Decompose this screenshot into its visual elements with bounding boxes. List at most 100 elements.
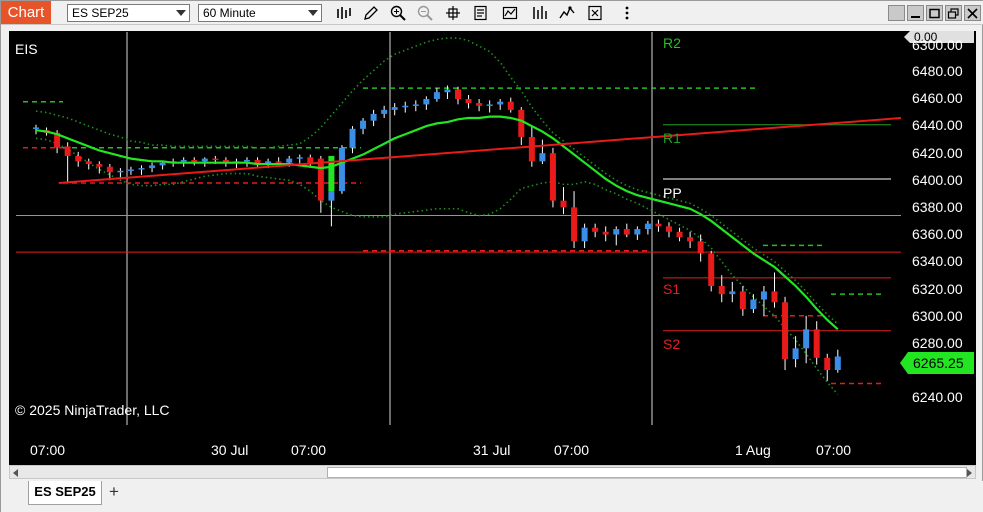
candle-body <box>528 136 535 162</box>
tab-es-sep25[interactable]: ES SEP25 <box>28 481 102 505</box>
candle-body <box>739 291 746 310</box>
candle-body <box>201 158 208 162</box>
candle-body <box>75 155 82 162</box>
candle-body <box>623 229 630 235</box>
candle-body <box>106 166 113 173</box>
scroll-left-icon[interactable] <box>13 469 18 477</box>
candle-body <box>296 157 303 159</box>
price-tick: 6380.00 <box>912 199 963 215</box>
candle-body <box>85 161 92 165</box>
candle <box>412 100 419 112</box>
candle-body <box>708 253 715 286</box>
candle <box>423 96 430 110</box>
candle <box>581 223 588 249</box>
candle-body <box>771 291 778 303</box>
plus-icon: + <box>109 482 119 501</box>
candle-body <box>180 159 187 162</box>
candle <box>149 162 156 173</box>
chart-instrument-label: EIS <box>15 41 38 57</box>
candle <box>760 285 767 316</box>
candle-body <box>476 103 483 106</box>
candle <box>381 105 388 118</box>
candle <box>191 157 198 166</box>
price-tick: 6360.00 <box>912 226 963 242</box>
candle <box>834 349 841 373</box>
candle-body <box>212 158 219 161</box>
candle <box>127 166 134 175</box>
candle-body <box>423 99 430 105</box>
candle <box>792 336 799 368</box>
candle <box>782 296 789 370</box>
candle <box>106 164 113 181</box>
candle-body <box>96 164 103 167</box>
candle-body <box>824 357 831 370</box>
candle <box>708 250 715 292</box>
scrollbar-thumb[interactable] <box>327 467 967 478</box>
candle <box>317 155 324 213</box>
candle <box>813 321 820 365</box>
candle-body <box>444 89 451 93</box>
candle-body <box>782 302 789 360</box>
candle <box>486 100 493 113</box>
candle <box>254 157 261 167</box>
candle <box>571 191 578 249</box>
candle-body <box>539 153 546 162</box>
candle-body <box>286 158 293 163</box>
time-tick: 31 Jul <box>473 442 511 458</box>
candle <box>666 222 672 238</box>
candle-body <box>655 223 662 227</box>
candle-body <box>613 229 620 235</box>
candle-body <box>244 159 250 162</box>
candle <box>433 88 440 102</box>
candle-body <box>64 146 71 156</box>
candles <box>33 85 841 381</box>
candle-body <box>191 159 198 162</box>
candle <box>370 109 377 127</box>
copyright-text: © 2025 NinjaTrader, LLC <box>15 402 170 418</box>
candle <box>655 219 662 232</box>
price-tick: 6480.00 <box>912 63 963 79</box>
time-tick: 07:00 <box>816 442 852 458</box>
candle <box>602 226 609 242</box>
candle-body <box>729 291 736 295</box>
scroll-right-icon[interactable] <box>967 469 972 477</box>
candle-body <box>644 223 651 230</box>
chart-tab-strip: ES SEP25 + <box>1 481 983 512</box>
candle-body <box>834 356 841 370</box>
candle <box>613 226 620 246</box>
candle-body <box>338 147 345 192</box>
candle <box>75 151 82 167</box>
candle-body <box>33 127 39 129</box>
price-tick: 6240.00 <box>912 389 963 405</box>
candle-body <box>159 162 166 166</box>
candle <box>476 99 483 112</box>
price-tick: 6320.00 <box>912 281 963 297</box>
horizontal-scrollbar[interactable] <box>9 465 976 479</box>
candle-body <box>581 227 588 242</box>
pivot-label-s2: S2 <box>663 336 681 352</box>
candle-body <box>433 92 440 99</box>
candle-body <box>370 113 377 121</box>
candle <box>592 223 599 238</box>
upper-band <box>35 37 839 325</box>
candle <box>623 223 630 238</box>
candle <box>644 220 651 235</box>
lower-band <box>35 137 839 395</box>
candle-body <box>634 229 641 235</box>
candle-body <box>381 109 388 114</box>
candle <box>750 294 757 314</box>
candle <box>338 145 345 194</box>
time-tick: 07:00 <box>30 442 66 458</box>
pivot-lines <box>16 87 901 385</box>
add-tab-button[interactable]: + <box>104 483 124 503</box>
candle-body <box>602 231 609 235</box>
candle <box>391 103 398 116</box>
candle <box>560 187 567 215</box>
price-chart[interactable] <box>1 1 983 512</box>
trend-line <box>58 116 902 185</box>
time-tick: 07:00 <box>291 442 327 458</box>
candle-body <box>127 169 134 171</box>
candle <box>64 142 71 184</box>
candle <box>634 226 641 240</box>
candle-body <box>760 291 767 300</box>
